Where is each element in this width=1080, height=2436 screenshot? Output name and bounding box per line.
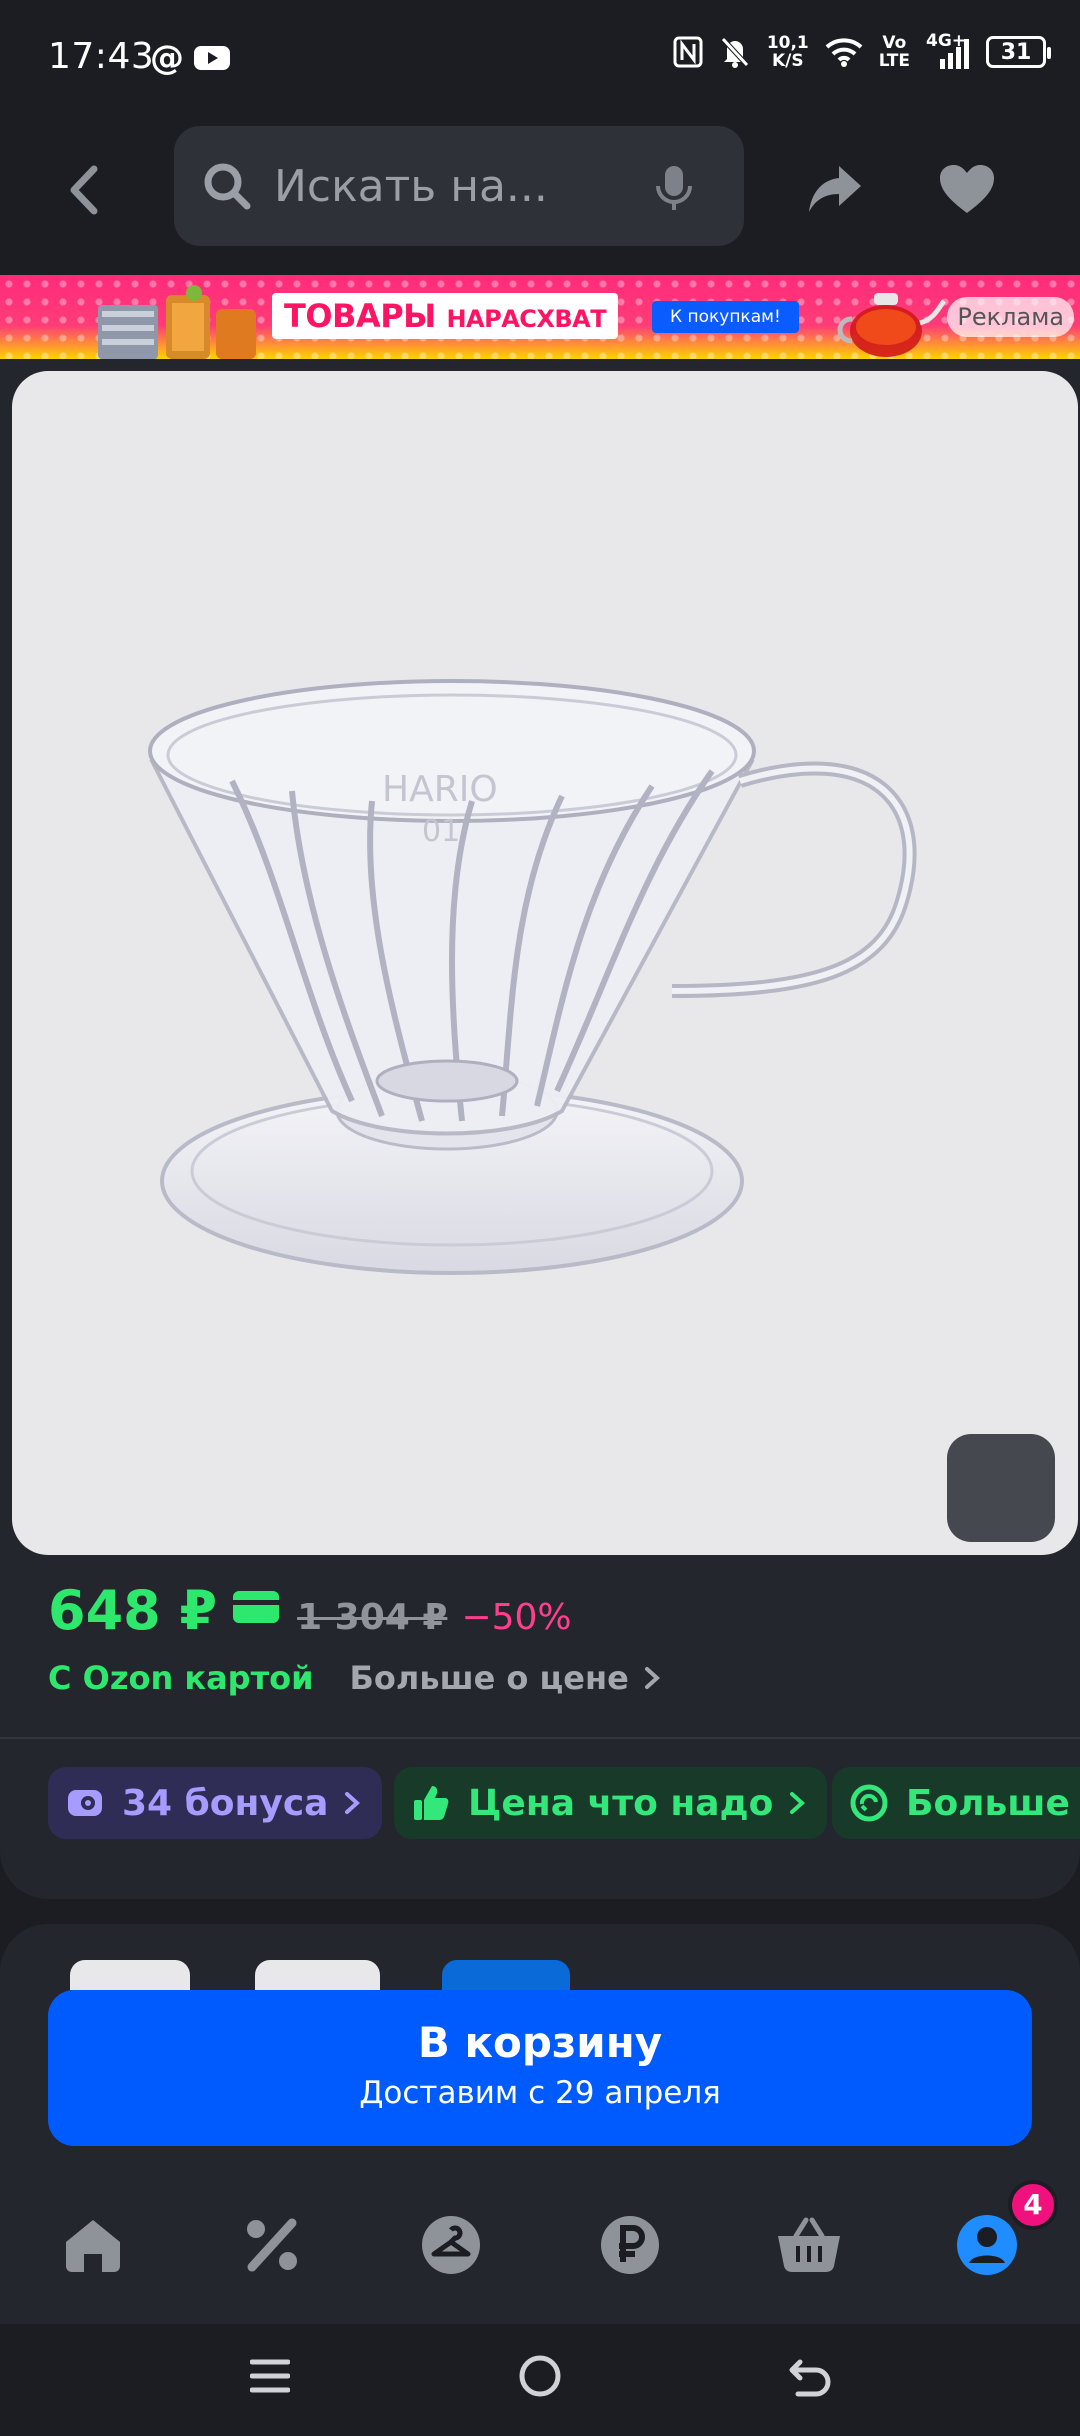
good-price-chip[interactable]: Цена что надо: [394, 1767, 828, 1839]
old-price: 1 304 ₽: [297, 1597, 448, 1638]
search-placeholder: Искать на...: [274, 160, 548, 212]
price-row: 648 ₽ 1 304 ₽ −50%: [48, 1579, 572, 1642]
system-menu-button[interactable]: [240, 2346, 300, 2406]
mute-bell-icon: [720, 37, 749, 68]
banner-products-image: [98, 285, 256, 359]
chevron-right-icon: [345, 1792, 361, 1814]
battery-indicator: 31: [986, 36, 1051, 68]
coffee-dripper-image: HARIO 01: [148, 679, 917, 1275]
thumbs-up-icon: [412, 1784, 450, 1822]
home-icon: [66, 2220, 120, 2272]
delivery-date-label: Доставим с 29 апреля: [359, 2075, 721, 2111]
chevron-left-icon: [70, 165, 98, 215]
banner-teapot-image: [837, 293, 947, 357]
more-about-price-link[interactable]: Больше о цене: [350, 1659, 663, 1697]
ozon-card-label[interactable]: С Ozon картой: [48, 1659, 314, 1697]
visual-search-button[interactable]: [947, 1434, 1055, 1542]
add-to-cart-label: В корзину: [417, 2018, 663, 2067]
top-bar: Искать на...: [0, 120, 1080, 275]
network-speed: 10,1 K/S: [766, 33, 809, 71]
discount-icon: [247, 2218, 297, 2272]
banner-cta[interactable]: К покупкам!: [652, 301, 799, 333]
status-bar: 17:43 @ 10,1 K/S Vo LTE 4G+ 31: [0, 0, 1080, 120]
nav-cart[interactable]: [774, 2210, 844, 2280]
home-circle-icon: [519, 2355, 561, 2397]
system-back-button[interactable]: [780, 2346, 840, 2406]
wifi-icon: [825, 38, 863, 67]
status-time: 17:43: [48, 36, 155, 77]
svg-text:01: 01: [422, 814, 460, 849]
nav-home[interactable]: [58, 2210, 128, 2280]
price-details-row: С Ozon картой Больше о цене: [48, 1659, 663, 1697]
share-button[interactable]: [800, 154, 870, 224]
volte-indicator: Vo LTE: [878, 33, 910, 71]
chevron-right-icon: [790, 1792, 806, 1814]
heart-icon: [940, 165, 994, 213]
divider: [0, 1737, 1080, 1739]
catalog-icon: [422, 2216, 480, 2274]
credit-card-icon: [233, 1591, 280, 1623]
chips-row: 34 бонуса Цена что надо Больше 9: [48, 1767, 1080, 1841]
cart-icon: [778, 2217, 840, 2272]
product-card: HARIO 01 648 ₽ 1 304 ₽ −50% С Ozon карто…: [0, 359, 1080, 1899]
system-home-button[interactable]: [510, 2346, 570, 2406]
profile-icon: [957, 2215, 1017, 2275]
search-icon: [204, 163, 251, 210]
svg-text:HARIO: HARIO: [382, 769, 498, 810]
system-navigation: [0, 2316, 1080, 2436]
ad-banner[interactable]: ТОВАРЫ НАРАСХВАТ К покупкам! Реклама: [0, 275, 1080, 359]
microphone-icon[interactable]: [654, 164, 694, 212]
refresh-circle-icon: [850, 1784, 888, 1822]
signal-icon: 4G+: [926, 31, 970, 69]
chevron-right-icon: [644, 1667, 660, 1689]
add-to-cart-button[interactable]: В корзину Доставим с 29 апреля: [48, 1990, 1032, 2146]
ad-label: Реклама: [947, 297, 1074, 337]
menu-icon: [250, 2359, 290, 2393]
nav-catalog[interactable]: [416, 2210, 486, 2280]
product-photo[interactable]: HARIO 01: [12, 371, 1078, 1555]
nfc-icon: [673, 36, 703, 68]
search-input[interactable]: Искать на...: [174, 126, 744, 246]
banner-title: ТОВАРЫ НАРАСХВАТ: [272, 293, 619, 339]
youtube-icon: [194, 46, 230, 70]
bottom-navigation: [0, 2186, 1080, 2296]
bonus-icon: [66, 1784, 104, 1822]
share-arrow-icon: [809, 166, 861, 212]
ruble-icon: [601, 2216, 659, 2274]
nav-discounts[interactable]: [237, 2210, 307, 2280]
current-price: 648 ₽: [48, 1579, 218, 1642]
nav-finance[interactable]: [595, 2210, 665, 2280]
back-button[interactable]: [52, 158, 116, 222]
profile-notification-badge: 4: [1008, 2180, 1058, 2230]
nav-profile[interactable]: [952, 2210, 1022, 2280]
more-offers-chip[interactable]: Больше 9: [832, 1767, 1080, 1839]
discount-badge: −50%: [461, 1597, 572, 1638]
at-sign-icon: @: [150, 38, 184, 78]
back-arrow-icon: [789, 2359, 831, 2397]
favorite-button[interactable]: [932, 154, 1002, 224]
bonus-chip[interactable]: 34 бонуса: [48, 1767, 383, 1839]
